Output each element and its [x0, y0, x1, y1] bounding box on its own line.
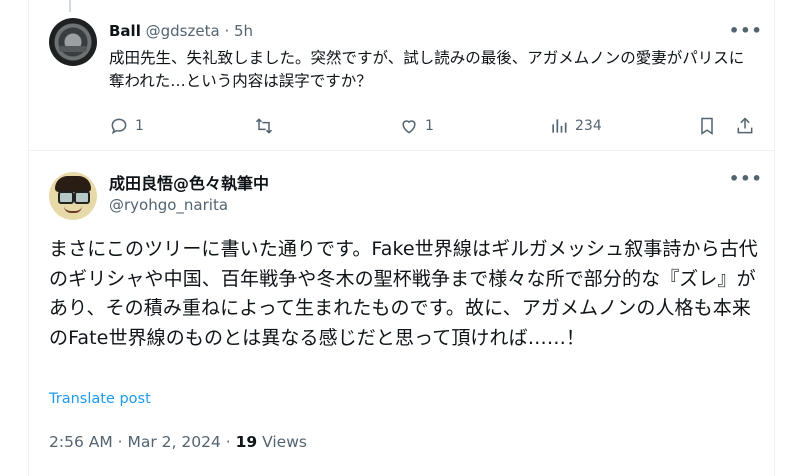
handle[interactable]: @ryohgo_narita — [109, 196, 228, 214]
main-tweet-text: まさにこのツリーに書いた通りです。Fake世界線はギルガメッシュ叙事詩から古代の… — [49, 238, 758, 349]
avatar[interactable] — [49, 18, 97, 66]
timestamp[interactable]: 2:56 AM · Mar 2, 2024 · — [49, 433, 236, 451]
handle[interactable]: @gdszeta — [146, 22, 220, 40]
views-count: 234 — [575, 118, 602, 134]
like-count: 1 — [425, 118, 434, 134]
avatar[interactable] — [49, 172, 97, 220]
bookmark-icon — [701, 117, 713, 135]
views-icon — [552, 119, 567, 133]
separator: · — [224, 22, 230, 40]
more-icon[interactable]: ••• — [729, 23, 762, 42]
thread-connector — [69, 0, 71, 12]
display-name[interactable]: Ball — [109, 22, 141, 40]
translate-post-link[interactable]: Translate post — [49, 391, 151, 407]
views-label: Views — [257, 433, 307, 451]
share-icon — [737, 117, 753, 134]
reply-tweet-text: 成田先生、失礼致しました。突然ですが、試し読みの最後、アガメムノンの愛妻がパリス… — [109, 49, 745, 90]
like-icon — [402, 120, 416, 134]
retweet-icon — [255, 118, 273, 134]
action-bar: 1 1 234 — [109, 116, 759, 140]
like-button[interactable]: 1 — [399, 116, 434, 136]
more-icon[interactable]: ••• — [729, 171, 762, 190]
views-button[interactable]: 234 — [549, 116, 602, 136]
reply-tweet-header: Ball @gdszeta · 5h — [109, 22, 253, 40]
reply-icon — [111, 118, 127, 135]
display-name[interactable]: 成田良悟@色々執筆中 — [109, 170, 269, 194]
share-button[interactable] — [735, 116, 755, 136]
bookmark-button[interactable] — [697, 116, 717, 136]
post-metadata: 2:56 AM · Mar 2, 2024 · 19 Views — [49, 433, 307, 451]
reply-tweet[interactable]: Ball @gdszeta · 5h ••• 成田先生、失礼致しました。突然です… — [29, 0, 774, 151]
views-count: 19 — [235, 433, 258, 451]
retweet-button[interactable] — [254, 116, 280, 136]
post-time[interactable]: 5h — [234, 22, 253, 40]
reply-button[interactable]: 1 — [109, 116, 144, 136]
reply-count: 1 — [135, 118, 144, 134]
timeline-frame: Ball @gdszeta · 5h ••• 成田先生、失礼致しました。突然です… — [28, 0, 775, 476]
